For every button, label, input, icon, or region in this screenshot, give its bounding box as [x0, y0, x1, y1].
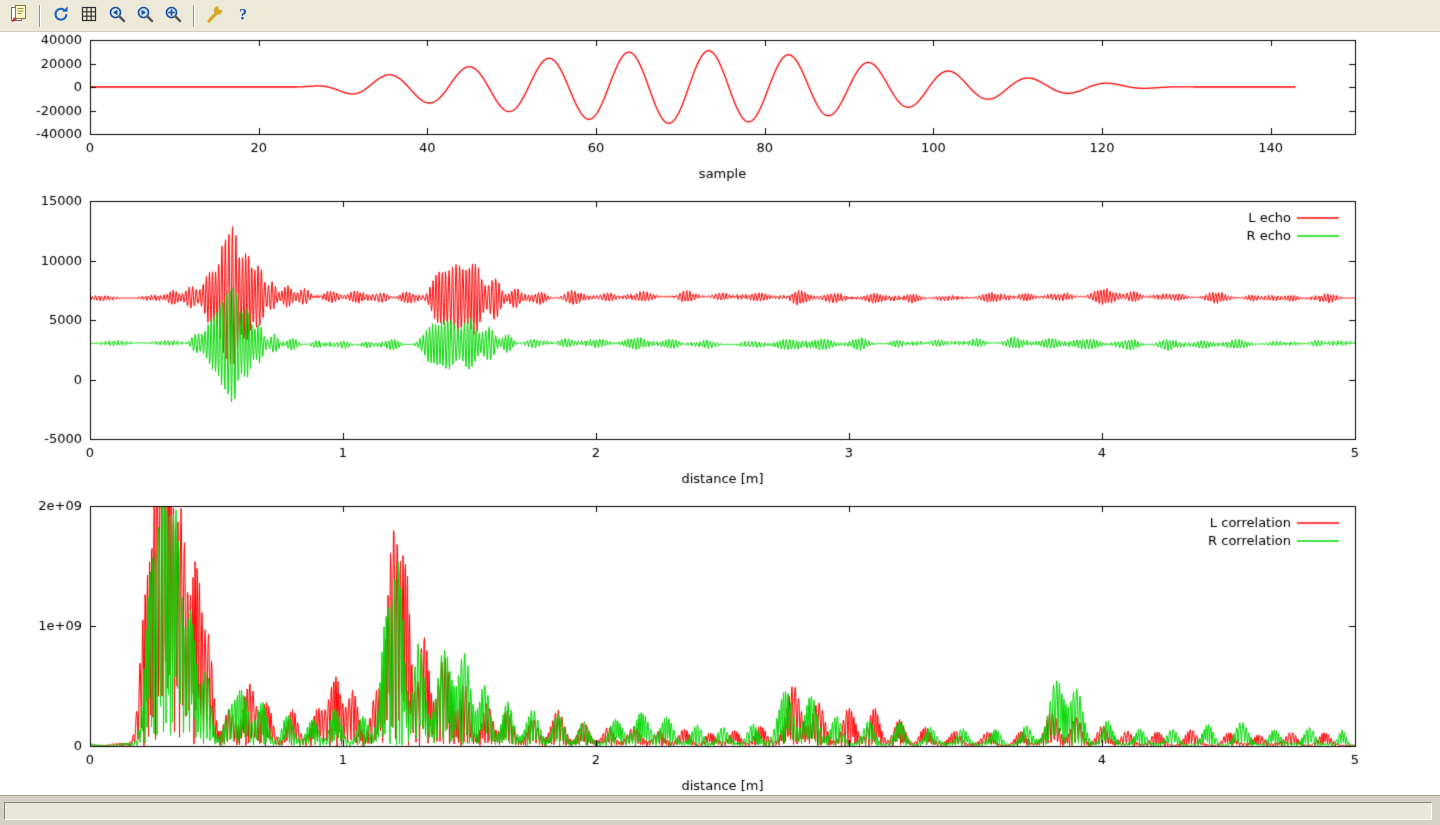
toolbar-separator [39, 5, 41, 27]
status-bar [0, 795, 1440, 825]
export-plot-icon [9, 4, 29, 27]
toolbar: ? [0, 0, 1440, 32]
help-button[interactable]: ? [230, 3, 256, 29]
svg-text:?: ? [239, 7, 247, 24]
charts-canvas[interactable] [0, 32, 1440, 795]
refresh-icon [51, 4, 71, 27]
export-plot-button[interactable] [6, 3, 32, 29]
wrench-icon [205, 4, 225, 27]
help-icon: ? [233, 4, 253, 27]
status-field [4, 802, 1432, 820]
autoscale-button[interactable] [160, 3, 186, 29]
zoom-next-button[interactable] [132, 3, 158, 29]
gnuplot-window: ? [0, 0, 1440, 825]
zoom-previous-button[interactable] [104, 3, 130, 29]
zoom-next-icon [135, 4, 155, 27]
grid-icon [79, 4, 99, 27]
replot-button[interactable] [48, 3, 74, 29]
autoscale-icon [163, 4, 183, 27]
configure-button[interactable] [202, 3, 228, 29]
plot-area [0, 32, 1440, 795]
toggle-grid-button[interactable] [76, 3, 102, 29]
zoom-previous-icon [107, 4, 127, 27]
toolbar-separator [193, 5, 195, 27]
